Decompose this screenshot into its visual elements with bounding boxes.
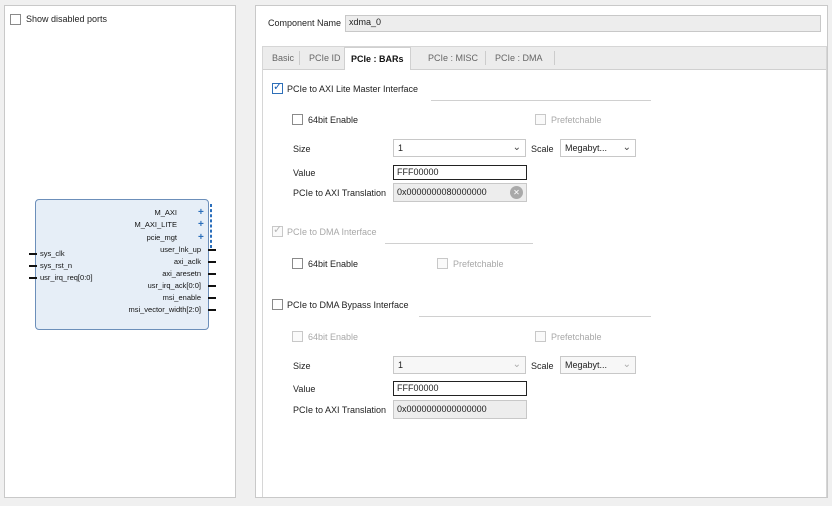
expand-m-axi-icon[interactable]: + [198,208,204,218]
sec3-64bit-label: 64bit Enable [308,332,359,342]
port-msi-vector-width[interactable]: msi_vector_width[2:0] [128,305,201,314]
port-sys-clk[interactable]: sys_clk [40,249,65,258]
sec3-scale-label: Scale [531,361,554,371]
sec2-64bit-label: 64bit Enable [308,259,359,269]
tab-pcie-misc[interactable]: PCIe : MISC [422,47,484,69]
expand-m-axi-lite-icon[interactable]: + [198,220,204,230]
axi-lite-master-checkbox[interactable]: ✓ [272,81,283,94]
component-name-label: Component Name [268,18,342,28]
sec1-translation-field[interactable]: 0x0000000080000000 [393,183,527,202]
sec3-value-label: Value [293,384,316,394]
sec1-64bit-checkbox[interactable] [292,114,303,125]
port-user-lnk-up[interactable]: user_lnk_up [160,245,201,254]
port-m-axi-lite[interactable]: M_AXI_LITE [134,220,177,229]
sec1-size-label: Size [293,144,311,154]
tab-container: Basic PCIe ID PCIe : BARs PCIe : MISC PC… [262,46,827,497]
port-axi-aresetn[interactable]: axi_aresetn [162,269,201,278]
tab-pcie-bars[interactable]: PCIe : BARs [344,47,411,70]
component-name-field[interactable]: xdma_0 [345,15,821,32]
port-m-axi[interactable]: M_AXI [154,208,177,217]
sec3-scale-select[interactable]: Megabyt... ⌄ [560,356,636,374]
chevron-down-icon: ⌄ [622,359,631,370]
sec3-size-label: Size [293,361,311,371]
tab-pcie-dma[interactable]: PCIe : DMA [489,47,549,69]
sec1-size-select[interactable]: 1 ⌄ [393,139,526,157]
sec2-prefetchable-checkbox[interactable] [437,258,448,269]
tab-pcie-id[interactable]: PCIe ID [303,47,347,69]
section-divider [385,243,533,244]
tab-separator [554,51,555,65]
sec1-translation-value: 0x0000000080000000 [397,187,487,197]
axi-lite-master-title: PCIe to AXI Lite Master Interface [287,84,419,94]
dma-interface-title: PCIe to DMA Interface [287,227,377,237]
sec3-64bit-checkbox[interactable] [292,331,303,342]
section-divider [419,316,651,317]
dma-bypass-title: PCIe to DMA Bypass Interface [287,300,409,310]
sec3-size-value: 1 [398,360,404,370]
clear-icon[interactable]: ✕ [510,186,523,199]
sec3-size-select[interactable]: 1 ⌄ [393,356,526,374]
sec1-prefetchable-label: Prefetchable [551,115,602,125]
sec1-prefetchable-checkbox[interactable] [535,114,546,125]
show-disabled-ports-label: Show disabled ports [26,14,108,24]
sec1-64bit-label: 64bit Enable [308,115,359,125]
section-divider [431,100,651,101]
symbol-panel: Show disabled ports M_AXI + M_AXI_LITE +… [4,5,236,498]
sec3-prefetchable-label: Prefetchable [551,332,602,342]
port-usr-irq-ack[interactable]: usr_irq_ack[0:0] [148,281,201,290]
chevron-down-icon: ⌄ [512,142,521,153]
dma-bypass-checkbox[interactable] [272,299,283,310]
sec3-translation-field[interactable]: 0x0000000000000000 [393,400,527,419]
port-pcie-mgt[interactable]: pcie_mgt [147,233,177,242]
bus-dashes [210,204,212,248]
wire [29,277,37,279]
check-icon: ✓ [273,81,283,93]
dma-interface-checkbox[interactable]: ✓ [272,224,283,237]
tab-separator [299,51,300,65]
expand-pcie-mgt-icon[interactable]: + [198,233,204,243]
tab-body: ✓ PCIe to AXI Lite Master Interface 64bi… [263,70,826,497]
port-usr-irq-req[interactable]: usr_irq_req[0:0] [40,273,93,282]
check-icon: ✓ [273,224,283,236]
tab-strip: Basic PCIe ID PCIe : BARs PCIe : MISC PC… [263,47,826,70]
sec1-size-value: 1 [398,143,404,153]
tab-basic[interactable]: Basic [266,47,300,69]
port-msi-enable[interactable]: msi_enable [163,293,201,302]
chevron-down-icon: ⌄ [512,359,521,370]
port-axi-aclk[interactable]: axi_aclk [174,257,201,266]
wire [208,297,216,299]
show-disabled-ports-checkbox[interactable] [10,14,21,25]
wire [208,285,216,287]
sec3-value-input[interactable]: FFF00000 [393,381,527,396]
sec3-scale-value: Megabyt... [565,360,608,370]
sec1-scale-select[interactable]: Megabyt... ⌄ [560,139,636,157]
wire [208,309,216,311]
sec1-value-input[interactable]: FFF00000 [393,165,527,180]
sec2-prefetchable-label: Prefetchable [453,259,504,269]
sec1-value-label: Value [293,168,316,178]
wire [29,253,37,255]
sec3-translation-label: PCIe to AXI Translation [293,405,387,415]
wire [208,249,216,251]
sec2-64bit-checkbox[interactable] [292,258,303,269]
wire [29,265,37,267]
chevron-down-icon: ⌄ [622,142,631,153]
sec1-scale-label: Scale [531,144,554,154]
sec1-translation-label: PCIe to AXI Translation [293,188,387,198]
config-panel: Component Name xdma_0 Basic PCIe ID PCIe… [255,5,828,498]
sec3-prefetchable-checkbox[interactable] [535,331,546,342]
sec1-scale-value: Megabyt... [565,143,608,153]
wire [208,273,216,275]
sec3-translation-value: 0x0000000000000000 [397,404,487,414]
port-sys-rst-n[interactable]: sys_rst_n [40,261,72,270]
wire [208,261,216,263]
tab-separator [485,51,486,65]
